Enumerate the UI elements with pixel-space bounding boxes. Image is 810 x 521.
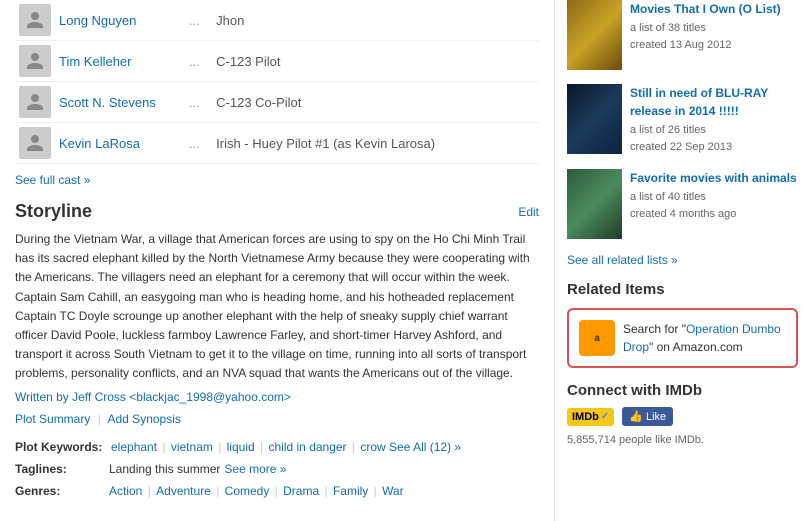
storyline-title: Storyline	[15, 201, 92, 222]
list-info: Still in need of BLU-RAY release in 2014…	[630, 84, 798, 155]
connect-imdb-header: Connect with IMDb	[567, 382, 798, 399]
lists-container: Movies That I Own (O List) a list of 38 …	[567, 0, 798, 239]
amazon-text: Search for "Operation Dumbo Drop" on Ama…	[623, 320, 786, 356]
person-icon	[25, 92, 45, 112]
written-by-link[interactable]: Written by Jeff Cross <blackjac_1998@yah…	[15, 390, 291, 404]
list-meta-line2: created 4 months ago	[630, 206, 797, 223]
person-icon	[25, 51, 45, 71]
amazon-link[interactable]: Operation Dumbo Drop	[623, 322, 781, 354]
list-info: Movies That I Own (O List) a list of 38 …	[630, 0, 781, 53]
cast-avatar	[19, 45, 51, 77]
see-full-cast-link[interactable]: See full cast »	[15, 172, 539, 187]
cast-row: Kevin LaRosa ... Irish - Huey Pilot #1 (…	[15, 123, 539, 164]
list-thumbnail	[567, 169, 622, 239]
cast-row: Tim Kelleher ... C-123 Pilot	[15, 41, 539, 82]
list-meta-line1: a list of 26 titles	[630, 122, 798, 139]
person-icon	[25, 10, 45, 30]
list-thumbnail	[567, 0, 622, 70]
list-item: Favorite movies with animals a list of 4…	[567, 169, 798, 239]
related-items-header: Related Items	[567, 281, 798, 298]
keywords-row: Plot Keywords: elephant | vietnam | liqu…	[15, 440, 539, 454]
keyword-link[interactable]: liquid	[227, 440, 255, 454]
imdb-badge: IMDb ✓	[567, 408, 614, 426]
genres-row: Genres: Action | Adventure | Comedy | Dr…	[15, 484, 539, 498]
see-full-cast-anchor[interactable]: See full cast »	[15, 173, 90, 187]
cast-table: Long Nguyen ... Jhon Tim Kelleher ... C-…	[15, 0, 539, 164]
list-item: Movies That I Own (O List) a list of 38 …	[567, 0, 798, 70]
cast-name[interactable]: Scott N. Stevens	[55, 82, 185, 123]
cast-role: Jhon	[212, 0, 539, 41]
keyword-link[interactable]: child in danger	[269, 440, 347, 454]
list-item: Still in need of BLU-RAY release in 2014…	[567, 84, 798, 155]
cast-name[interactable]: Kevin LaRosa	[55, 123, 185, 164]
list-meta-line2: created 13 Aug 2012	[630, 37, 781, 54]
see-related-link[interactable]: See all related lists »	[567, 253, 678, 267]
cast-dots: ...	[185, 41, 212, 82]
cast-avatar	[19, 86, 51, 118]
fb-like-label: Like	[646, 411, 666, 423]
genre-link[interactable]: Comedy	[225, 484, 270, 498]
cast-dots: ...	[185, 123, 212, 164]
genre-link[interactable]: War	[382, 484, 404, 498]
cast-row: Scott N. Stevens ... C-123 Co-Pilot	[15, 82, 539, 123]
taglines-row: Taglines: Landing this summer See more »	[15, 462, 539, 476]
cast-dots: ...	[185, 0, 212, 41]
plot-summary-link[interactable]: Plot Summary	[15, 412, 90, 426]
cast-role: C-123 Co-Pilot	[212, 82, 539, 123]
list-title-link[interactable]: Still in need of BLU-RAY release in 2014…	[630, 84, 798, 120]
cast-avatar	[19, 4, 51, 36]
imdb-connect-row: IMDb ✓ 👍 Like	[567, 407, 798, 426]
imdb-label: IMDb	[572, 411, 599, 423]
genre-link[interactable]: Family	[333, 484, 368, 498]
cast-role: Irish - Huey Pilot #1 (as Kevin Larosa)	[212, 123, 539, 164]
see-related-lists[interactable]: See all related lists »	[567, 253, 798, 267]
cast-name[interactable]: Tim Kelleher	[55, 41, 185, 82]
keywords-see-all[interactable]: See All (12) »	[389, 440, 461, 454]
fb-like-button[interactable]: 👍 Like	[622, 407, 673, 426]
list-title-link[interactable]: Favorite movies with animals	[630, 169, 797, 187]
list-meta-line1: a list of 38 titles	[630, 20, 781, 37]
keyword-link[interactable]: crow	[360, 440, 385, 454]
cast-name[interactable]: Long Nguyen	[55, 0, 185, 41]
add-synopsis-link[interactable]: Add Synopsis	[108, 412, 181, 426]
taglines-label: Taglines:	[15, 462, 105, 476]
taglines-text: Landing this summer	[109, 462, 220, 476]
genres-label: Genres:	[15, 484, 105, 498]
genre-link[interactable]: Drama	[283, 484, 319, 498]
fb-like-count: 5,855,714 people like IMDb.	[567, 434, 798, 446]
imdb-checkmark: ✓	[601, 411, 609, 422]
plot-links: Plot Summary | Add Synopsis	[15, 412, 539, 426]
cast-dots: ...	[185, 82, 212, 123]
list-meta-line2: created 22 Sep 2013	[630, 139, 798, 156]
list-meta-line1: a list of 40 titles	[630, 189, 797, 206]
cast-row: Long Nguyen ... Jhon	[15, 0, 539, 41]
related-items-box: a Search for "Operation Dumbo Drop" on A…	[567, 308, 798, 368]
amazon-icon: a	[579, 320, 615, 356]
list-title-link[interactable]: Movies That I Own (O List)	[630, 0, 781, 18]
genre-link[interactable]: Action	[109, 484, 142, 498]
genre-link[interactable]: Adventure	[156, 484, 211, 498]
keyword-link[interactable]: vietnam	[171, 440, 213, 454]
list-info: Favorite movies with animals a list of 4…	[630, 169, 797, 222]
cast-avatar	[19, 127, 51, 159]
keyword-link[interactable]: elephant	[111, 440, 157, 454]
edit-link[interactable]: Edit	[518, 205, 539, 219]
taglines-see-more[interactable]: See more »	[224, 462, 286, 476]
cast-role: C-123 Pilot	[212, 41, 539, 82]
person-icon	[25, 133, 45, 153]
fb-thumbs-icon: 👍	[629, 410, 643, 423]
written-by: Written by Jeff Cross <blackjac_1998@yah…	[15, 390, 539, 404]
list-thumbnail	[567, 84, 622, 154]
storyline-text: During the Vietnam War, a village that A…	[15, 230, 539, 384]
keywords-label: Plot Keywords:	[15, 440, 105, 454]
